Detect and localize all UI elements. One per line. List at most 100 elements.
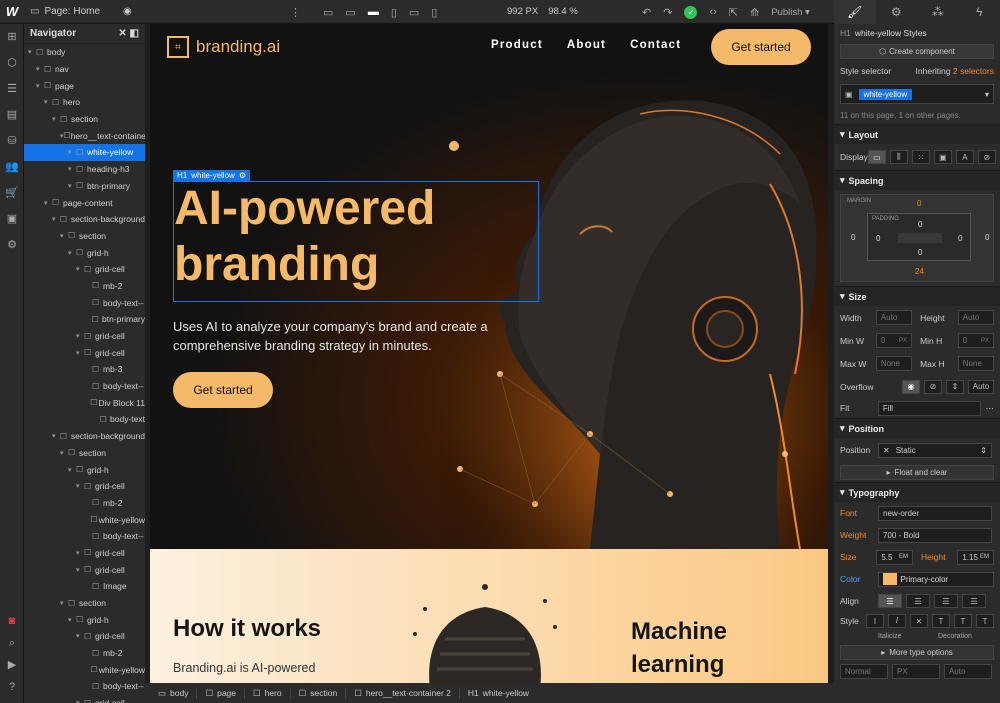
- position-section-header[interactable]: ▾ Position: [834, 418, 1000, 438]
- expand-caret-icon[interactable]: ▾: [68, 616, 76, 624]
- dock-icon[interactable]: ◧: [130, 28, 139, 39]
- navigator-item[interactable]: ☐ Div Block 11: [24, 394, 145, 411]
- navigator-item[interactable]: ▾ ☐ section-background: [24, 211, 145, 228]
- navigator-item[interactable]: ▾ ☐ btn-primary: [24, 178, 145, 195]
- close-icon[interactable]: ✕: [118, 28, 126, 39]
- fit-select[interactable]: Fill: [877, 400, 982, 416]
- font-select[interactable]: new-order: [878, 505, 992, 521]
- min-height-input[interactable]: 0 PX: [957, 333, 994, 348]
- expand-caret-icon[interactable]: ▾: [76, 632, 84, 640]
- breadcrumb-page[interactable]: ☐ page: [197, 687, 246, 699]
- menu-product[interactable]: Product: [491, 39, 543, 51]
- navigator-item[interactable]: ▾ ☐ page-content: [24, 194, 145, 211]
- letter-spacing-select[interactable]: Normal: [840, 663, 888, 679]
- navigator-item[interactable]: ☐ white-yellow: [24, 661, 145, 678]
- layout-section-header[interactable]: ▾ Layout: [834, 124, 1000, 144]
- navigator-item[interactable]: ☐ body-text--: [24, 378, 145, 395]
- navigator-item[interactable]: ☐ body-text--: [24, 528, 145, 545]
- expand-caret-icon[interactable]: ▾: [60, 599, 68, 607]
- navigator-item[interactable]: ▾☐grid-cell: [24, 628, 145, 645]
- expand-caret-icon[interactable]: ▾: [52, 432, 60, 440]
- class-selector-field[interactable]: ▣ white-yellow ▾: [840, 84, 994, 104]
- more-icon[interactable]: ⋮: [290, 6, 301, 19]
- navigator-item[interactable]: ☐ body-text: [24, 411, 145, 428]
- check-icon[interactable]: ✓: [684, 5, 698, 19]
- design-canvas[interactable]: ⌗ branding.ai Product About Contact Get …: [150, 24, 828, 683]
- overflow-visible-icon[interactable]: ◉: [902, 379, 920, 394]
- expand-caret-icon[interactable]: ▾: [44, 199, 52, 207]
- menu-about[interactable]: About: [567, 39, 606, 51]
- navigator-item[interactable]: ▾☐grid-cell: [24, 328, 145, 345]
- navigator-item[interactable]: ▾ ☐ body: [24, 44, 145, 61]
- display-grid-icon[interactable]: ⁙: [911, 150, 930, 164]
- cms-icon[interactable]: ⛁: [0, 128, 24, 154]
- navigator-item[interactable]: ▾ ☐ grid-h: [24, 611, 145, 628]
- typography-section-header[interactable]: ▾ Typography: [834, 482, 1000, 502]
- italic-off-icon[interactable]: I: [866, 614, 884, 628]
- margin-left-value[interactable]: 0: [851, 233, 855, 242]
- navigator-item[interactable]: ▾☐grid-cell: [24, 344, 145, 361]
- expand-caret-icon[interactable]: ▾: [68, 249, 76, 257]
- machine-learning-heading[interactable]: Machine learning: [631, 615, 727, 681]
- menu-contact[interactable]: Contact: [630, 39, 681, 51]
- expand-caret-icon[interactable]: ▾: [28, 48, 36, 56]
- page-selector[interactable]: ▭ Page: Home ◉: [30, 6, 132, 17]
- webflow-logo[interactable]: W: [0, 0, 24, 24]
- height-input[interactable]: Auto: [957, 310, 994, 325]
- desktop-base-icon[interactable]: ▬: [368, 6, 379, 18]
- navigator-item[interactable]: ▾ ☐ section: [24, 228, 145, 245]
- navigator-item[interactable]: ▾ ☐ section-background: [24, 428, 145, 445]
- navigator-item[interactable]: ☐ white-yellow: [24, 511, 145, 528]
- add-icon[interactable]: ⊞: [0, 24, 24, 50]
- hero-heading[interactable]: AI-powered branding: [174, 181, 435, 293]
- padding-right-value[interactable]: 0: [958, 234, 962, 243]
- style-tab-brush-icon[interactable]: 🖌: [834, 0, 876, 24]
- mobile-portrait-icon[interactable]: ▯: [431, 6, 437, 19]
- code-icon[interactable]: ‹›: [709, 6, 716, 18]
- navigator-item[interactable]: ☐ btn-primary: [24, 311, 145, 328]
- navigator-item[interactable]: ▾ ☐ hero__text-containe: [24, 127, 145, 144]
- components-icon[interactable]: ⬡: [0, 50, 24, 76]
- expand-caret-icon[interactable]: ▾: [76, 349, 84, 357]
- expand-caret-icon[interactable]: ▾: [52, 215, 60, 223]
- strikethrough-icon[interactable]: T: [932, 614, 950, 628]
- hero-get-started-button[interactable]: Get started: [173, 372, 273, 408]
- hero-section[interactable]: ⌗ branding.ai Product About Contact Get …: [150, 24, 828, 549]
- font-size-input[interactable]: 5.5 EM: [876, 549, 913, 565]
- padding-left-value[interactable]: 0: [876, 234, 880, 243]
- nav-get-started-button[interactable]: Get started: [711, 29, 811, 65]
- display-block-icon[interactable]: ▭: [867, 150, 886, 164]
- navigator-item[interactable]: ▾ ☐ section: [24, 111, 145, 128]
- overflow-auto-button[interactable]: Auto: [968, 379, 994, 394]
- desktop-xl-icon[interactable]: ▭: [323, 6, 333, 19]
- chevron-down-icon[interactable]: ▾: [985, 90, 989, 99]
- navigator-item[interactable]: ▾ ☐ heading-h3: [24, 161, 145, 178]
- spacing-section-header[interactable]: ▾ Spacing: [834, 170, 1000, 190]
- navigator-item[interactable]: ▾ ☐ nav: [24, 61, 145, 78]
- display-flex-icon[interactable]: ⫼: [889, 150, 908, 164]
- overline-icon[interactable]: T: [976, 614, 994, 628]
- underline-icon[interactable]: T: [954, 614, 972, 628]
- how-it-works-heading[interactable]: How it works: [173, 615, 321, 643]
- navigator-icon[interactable]: ☰: [0, 76, 24, 102]
- users-icon[interactable]: 👥: [0, 154, 24, 180]
- settings-icon[interactable]: ⚙: [0, 232, 24, 258]
- navigator-item[interactable]: ▾☐grid-cell: [24, 545, 145, 562]
- navigator-item[interactable]: ▾ ☐ hero: [24, 94, 145, 111]
- expand-caret-icon[interactable]: ▾: [76, 566, 84, 574]
- decoration-none-icon[interactable]: ✕: [910, 614, 928, 628]
- expand-caret-icon[interactable]: ▾: [76, 265, 84, 273]
- expand-caret-icon[interactable]: ▾: [60, 449, 68, 457]
- settings-tab-gear-icon[interactable]: ⚙: [876, 0, 918, 24]
- navigator-item[interactable]: ▾☐grid-cell: [24, 695, 145, 703]
- navigator-item[interactable]: ▾ ☐ section: [24, 445, 145, 462]
- navigator-item[interactable]: ☐ body-text--: [24, 294, 145, 311]
- expand-caret-icon[interactable]: ▾: [68, 148, 76, 156]
- margin-top-value[interactable]: 0: [917, 199, 921, 208]
- columns-input[interactable]: Auto: [944, 663, 992, 679]
- how-it-works-section[interactable]: How it works Branding.ai is AI-powered M…: [150, 549, 828, 683]
- more-icon[interactable]: ⋯: [985, 403, 994, 414]
- size-section-header[interactable]: ▾ Size: [834, 286, 1000, 306]
- align-left-icon[interactable]: ☰: [878, 594, 902, 608]
- margin-bottom-value[interactable]: 24: [915, 267, 924, 276]
